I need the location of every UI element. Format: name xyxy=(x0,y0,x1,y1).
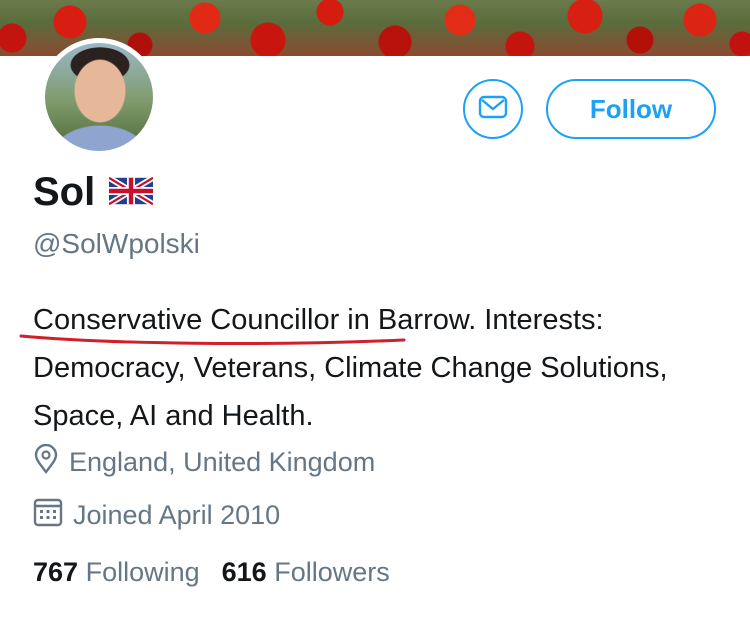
followers-count: 616 xyxy=(221,557,267,587)
envelope-icon xyxy=(478,95,508,124)
joined-text: Joined April 2010 xyxy=(73,500,281,530)
user-handle: @SolWpolski xyxy=(33,228,200,259)
location-pin-icon xyxy=(33,443,59,481)
profile-bio: Conservative Councillor in Barrow. Inter… xyxy=(33,296,733,440)
calendar-icon xyxy=(33,497,63,534)
display-name-row: Sol xyxy=(33,170,155,215)
follow-stats: 767 Following 616 Followers xyxy=(33,557,390,588)
following-link[interactable]: 767 Following xyxy=(33,557,200,588)
joined-row: Joined April 2010 xyxy=(33,497,280,534)
message-button[interactable] xyxy=(463,79,523,139)
display-name: Sol xyxy=(33,170,96,214)
following-label: Following xyxy=(85,557,200,587)
avatar[interactable] xyxy=(45,43,153,151)
annotation-underline xyxy=(19,334,406,345)
uk-flag-icon xyxy=(107,170,155,215)
followers-label: Followers xyxy=(274,557,390,587)
following-count: 767 xyxy=(33,557,79,587)
location-text: England, United Kingdom xyxy=(69,447,376,477)
followers-link[interactable]: 616 Followers xyxy=(222,557,390,588)
location-row: England, United Kingdom xyxy=(33,443,376,481)
follow-button[interactable]: Follow xyxy=(546,79,716,139)
